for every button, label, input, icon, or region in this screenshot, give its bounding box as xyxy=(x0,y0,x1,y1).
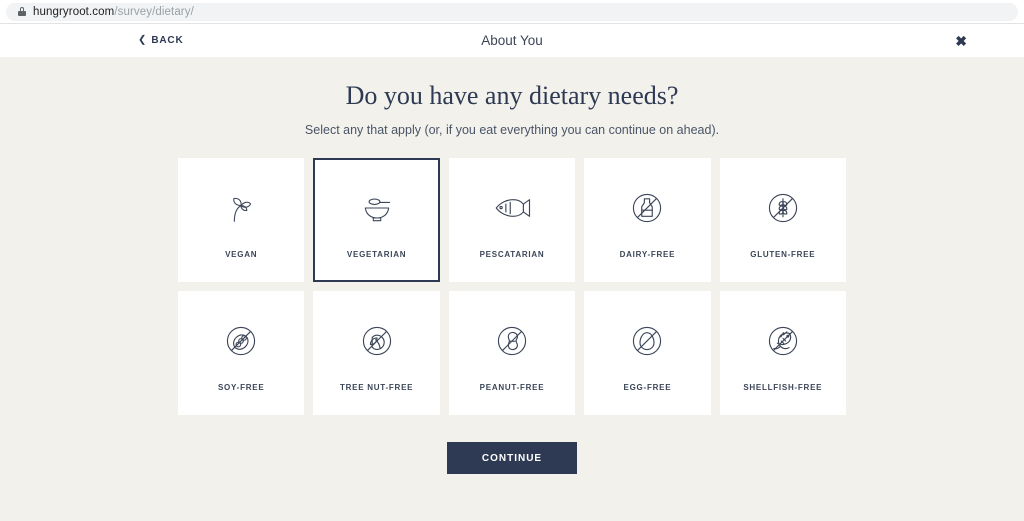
page-subtitle: Select any that apply (or, if you eat ev… xyxy=(304,123,720,137)
option-card-gluten-free[interactable]: GLUTEN-FREE xyxy=(719,158,846,282)
lock-icon xyxy=(18,7,26,16)
url-host: hungryroot.com xyxy=(33,5,115,18)
option-card-tree-nut-free[interactable]: TREE NUT-FREE xyxy=(313,291,440,415)
bowl-spoon-icon xyxy=(357,182,397,234)
option-label: EGG-FREE xyxy=(623,382,672,392)
url-path: /survey/dietary/ xyxy=(114,5,194,18)
no-wheat-icon xyxy=(762,182,804,234)
back-button-label: BACK xyxy=(151,35,184,46)
continue-button[interactable]: CONTINUE xyxy=(447,442,577,474)
option-card-peanut-free[interactable]: PEANUT-FREE xyxy=(448,291,576,415)
url-bar[interactable]: hungryroot.com/survey/dietary/ xyxy=(6,2,1018,21)
no-shrimp-icon xyxy=(762,315,804,367)
option-card-egg-free[interactable]: EGG-FREE xyxy=(584,291,711,415)
option-card-vegan[interactable]: VEGAN xyxy=(178,158,305,282)
chevron-left-icon: ❮ xyxy=(138,34,147,45)
option-label: VEGETARIAN xyxy=(346,249,407,259)
option-card-vegetarian[interactable]: VEGETARIAN xyxy=(313,158,440,282)
option-label: SOY-FREE xyxy=(217,382,265,392)
survey-main: Do you have any dietary needs? Select an… xyxy=(0,57,1024,514)
no-tree-nut-icon xyxy=(356,315,398,367)
close-icon[interactable]: ✖ xyxy=(955,34,967,48)
url-text: hungryroot.com/survey/dietary/ xyxy=(33,6,194,18)
option-label: DAIRY-FREE xyxy=(619,249,676,259)
option-label: SHELLFISH-FREE xyxy=(743,382,823,392)
continue-row: CONTINUE xyxy=(0,442,1024,474)
option-label: GLUTEN-FREE xyxy=(750,249,816,259)
fish-icon xyxy=(491,182,533,234)
option-label: PESCATARIAN xyxy=(479,249,545,259)
option-card-dairy-free[interactable]: DAIRY-FREE xyxy=(584,158,711,282)
sprout-icon xyxy=(221,182,261,234)
back-button[interactable]: ❮ BACK xyxy=(138,34,184,47)
no-peanut-icon xyxy=(491,315,533,367)
option-label: TREE NUT-FREE xyxy=(339,382,414,392)
option-label: PEANUT-FREE xyxy=(479,382,545,392)
dietary-options-grid: VEGAN VEGETARIAN PESCATARIAN DAIRY-FREE GLUT… xyxy=(178,158,846,415)
option-card-shellfish-free[interactable]: SHELLFISH-FREE xyxy=(719,291,846,415)
page-header: ❮ BACK About You ✖ xyxy=(0,24,1024,57)
no-soybean-icon xyxy=(220,315,262,367)
option-card-pescatarian[interactable]: PESCATARIAN xyxy=(448,158,576,282)
browser-chrome: hungryroot.com/survey/dietary/ xyxy=(0,0,1024,24)
option-label: VEGAN xyxy=(225,249,258,259)
page-title: Do you have any dietary needs? xyxy=(345,81,679,110)
option-card-soy-free[interactable]: SOY-FREE xyxy=(178,291,305,415)
no-egg-icon xyxy=(626,315,668,367)
no-milk-bottle-icon xyxy=(626,182,668,234)
